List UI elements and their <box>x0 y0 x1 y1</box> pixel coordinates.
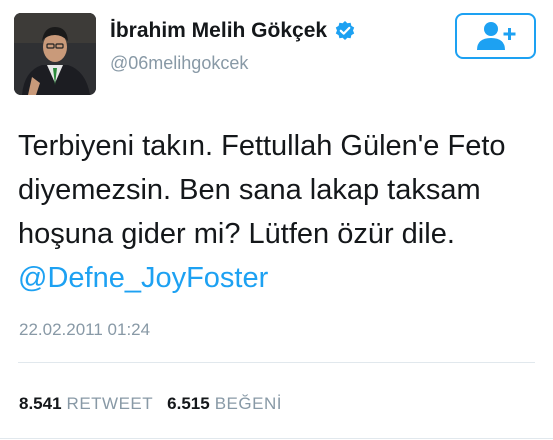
display-name[interactable]: İbrahim Melih Gökçek <box>110 19 327 43</box>
avatar[interactable] <box>14 13 96 95</box>
divider <box>18 362 535 363</box>
tweet-timestamp[interactable]: 22.02.2011 01:24 <box>19 320 150 340</box>
profile-name-row: İbrahim Melih Gökçek <box>110 19 356 43</box>
tweet-body: Terbiyeni takın. Fettullah Gülen'e Feto … <box>18 130 506 250</box>
retweet-label[interactable]: RETWEET <box>67 394 154 414</box>
user-handle[interactable]: @06melihgokcek <box>110 53 248 74</box>
mention-link[interactable]: @Defne_JoyFoster <box>18 262 268 294</box>
add-user-icon <box>476 22 515 50</box>
tweet-stats: 8.541 RETWEET 6.515 BEĞENİ <box>19 394 282 414</box>
follow-button[interactable] <box>455 13 536 59</box>
like-label[interactable]: BEĞENİ <box>215 394 282 414</box>
tweet-text: Terbiyeni takın. Fettullah Gülen'e Feto … <box>18 124 543 300</box>
avatar-image <box>14 13 96 95</box>
verified-badge-icon <box>334 20 356 42</box>
bottom-divider <box>0 438 553 439</box>
retweet-count[interactable]: 8.541 <box>19 394 62 414</box>
like-count[interactable]: 6.515 <box>167 394 210 414</box>
